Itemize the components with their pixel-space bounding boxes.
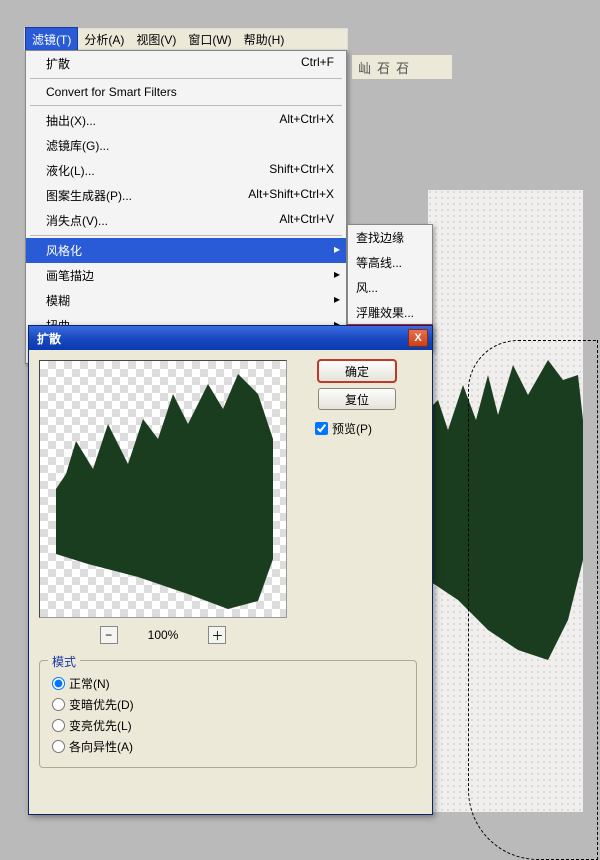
radio-label: 变暗优先(D) [69, 696, 134, 713]
menu-item-liquify[interactable]: 液化(L)... Shift+Ctrl+X [26, 158, 346, 183]
preview-checkbox[interactable] [315, 422, 328, 435]
mode-radio[interactable] [52, 719, 65, 732]
menu-item-pattern[interactable]: 图案生成器(P)... Alt+Shift+Ctrl+X [26, 183, 346, 208]
mode-radio[interactable] [52, 677, 65, 690]
menu-item-label: 风格化 [46, 242, 82, 259]
filter-dropdown: 扩散 Ctrl+F Convert for Smart Filters 抽出(X… [25, 50, 347, 364]
menu-item-blur[interactable]: 模糊 [26, 288, 346, 313]
close-icon: X [414, 332, 421, 344]
menu-separator [30, 78, 342, 79]
document-canvas[interactable] [428, 190, 583, 812]
menu-item-label: 扩散 [46, 55, 70, 72]
preview-checkbox-label: 预览(P) [332, 420, 372, 437]
preview-shape [48, 369, 280, 609]
submenu-contour[interactable]: 等高线... [348, 250, 432, 275]
menu-item-shortcut: Alt+Ctrl+X [279, 112, 334, 129]
menu-item-filter-gallery[interactable]: 滤镜库(G)... [26, 133, 346, 158]
zoom-out-button[interactable]: − [100, 626, 118, 644]
mode-normal[interactable]: 正常(N) [52, 675, 404, 692]
menu-item-label: 模糊 [46, 292, 70, 309]
submenu-wind[interactable]: 风... [348, 275, 432, 300]
menu-item-label: 图案生成器(P)... [46, 187, 132, 204]
zoom-in-button[interactable]: ＋ [208, 626, 226, 644]
menu-item-label: 滤镜库(G)... [46, 137, 109, 154]
menu-help[interactable]: 帮助(H) [238, 28, 291, 51]
submenu-find-edges[interactable]: 查找边缘 [348, 225, 432, 250]
menu-item-brushstrokes[interactable]: 画笔描边 [26, 263, 346, 288]
menu-analysis[interactable]: 分析(A) [78, 28, 130, 51]
zoom-controls: − 100% ＋ [39, 626, 287, 644]
marquee-selection [468, 340, 598, 860]
menu-item-convert[interactable]: Convert for Smart Filters [26, 81, 346, 103]
reset-button[interactable]: 复位 [318, 388, 396, 410]
zoom-level: 100% [148, 628, 179, 642]
menu-item-label: 画笔描边 [46, 267, 94, 284]
diffuse-dialog: 扩散 X − 100% ＋ [28, 325, 433, 815]
tool-icon: 屾 [358, 58, 371, 77]
menu-item-shortcut: Alt+Shift+Ctrl+X [248, 187, 334, 204]
toolbar-icons: 屾 䂖 䂖 [352, 55, 452, 79]
mode-fieldset: 模式 正常(N) 变暗优先(D) 变亮优先(L) 各向异性(A) [39, 660, 417, 768]
menu-separator [30, 235, 342, 236]
menu-item-repeat[interactable]: 扩散 Ctrl+F [26, 51, 346, 76]
tool-icon: 䂖 [396, 58, 409, 77]
menu-item-label: 抽出(X)... [46, 112, 96, 129]
mode-radio[interactable] [52, 740, 65, 753]
tool-icon: 䂖 [377, 58, 390, 77]
menu-item-shortcut: Shift+Ctrl+X [269, 162, 334, 179]
menu-item-label: Convert for Smart Filters [46, 85, 177, 99]
menu-item-label: 液化(L)... [46, 162, 95, 179]
dialog-titlebar[interactable]: 扩散 X [29, 326, 432, 350]
menu-window[interactable]: 窗口(W) [182, 28, 237, 51]
close-button[interactable]: X [408, 329, 428, 347]
radio-label: 正常(N) [69, 675, 110, 692]
minus-icon: − [105, 628, 112, 642]
menu-view[interactable]: 视图(V) [130, 28, 182, 51]
dialog-title: 扩散 [37, 330, 408, 347]
menu-item-vanishing[interactable]: 消失点(V)... Alt+Ctrl+V [26, 208, 346, 233]
submenu-emboss[interactable]: 浮雕效果... [348, 300, 432, 325]
menubar: 滤镜(T) 分析(A) 视图(V) 窗口(W) 帮助(H) [24, 28, 348, 50]
mode-legend: 模式 [48, 653, 80, 670]
mode-radio[interactable] [52, 698, 65, 711]
menu-item-extract[interactable]: 抽出(X)... Alt+Ctrl+X [26, 108, 346, 133]
preview-area[interactable] [39, 360, 287, 618]
menu-item-shortcut: Alt+Ctrl+V [279, 212, 334, 229]
radio-label: 各向异性(A) [69, 738, 133, 755]
plus-icon: ＋ [211, 627, 223, 644]
mode-aniso[interactable]: 各向异性(A) [52, 738, 404, 755]
menu-item-stylize[interactable]: 风格化 [26, 238, 346, 263]
dialog-body: − 100% ＋ 确定 复位 预览(P) 模式 [29, 350, 432, 778]
menu-item-shortcut: Ctrl+F [301, 55, 334, 72]
menu-item-label: 消失点(V)... [46, 212, 108, 229]
menu-separator [30, 105, 342, 106]
radio-label: 变亮优先(L) [69, 717, 132, 734]
preview-checkbox-row[interactable]: 预览(P) [315, 420, 372, 437]
ok-button[interactable]: 确定 [318, 360, 396, 382]
mode-lighten[interactable]: 变亮优先(L) [52, 717, 404, 734]
menu-filter[interactable]: 滤镜(T) [25, 27, 78, 52]
mode-darken[interactable]: 变暗优先(D) [52, 696, 404, 713]
